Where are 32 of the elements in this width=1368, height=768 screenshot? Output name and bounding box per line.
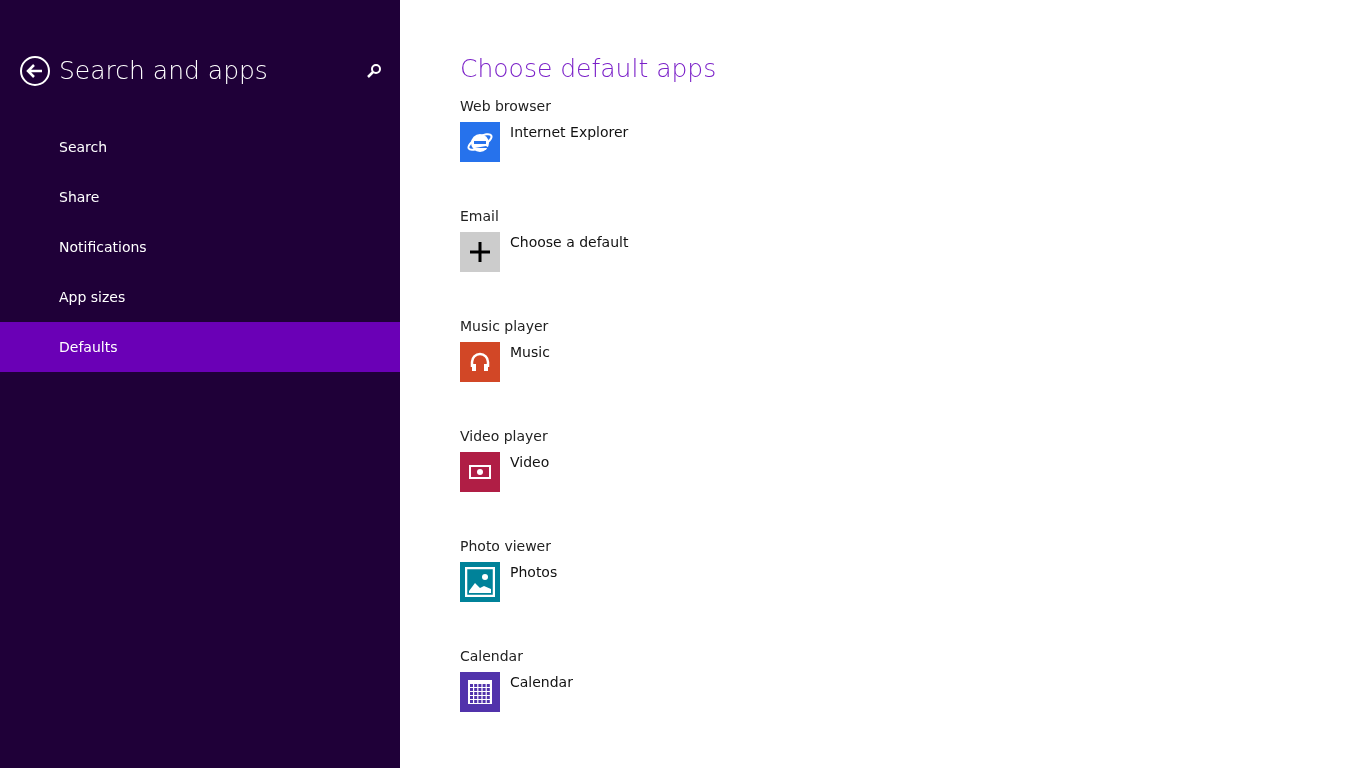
nav-item[interactable]: Search	[0, 122, 400, 172]
app-name[interactable]: Video	[510, 452, 550, 472]
plus-icon	[470, 242, 490, 262]
app-name[interactable]: Music	[510, 342, 550, 362]
pane-title: Search and apps	[59, 56, 269, 85]
page-heading: Choose default apps	[460, 54, 717, 83]
app-name[interactable]: Choose a default	[510, 232, 629, 252]
nav-item[interactable]: Defaults	[0, 322, 400, 372]
app-name[interactable]: Calendar	[510, 672, 573, 692]
category-label: Music player	[460, 317, 550, 336]
app-tile[interactable]	[460, 562, 500, 602]
app-tile[interactable]	[460, 672, 500, 712]
app-name[interactable]: Photos	[510, 562, 558, 582]
calendar-grid-icon	[468, 680, 492, 704]
category-label: Email	[460, 207, 500, 226]
search-icon[interactable]	[366, 62, 382, 79]
category-label: Calendar	[460, 647, 524, 666]
app-tile[interactable]	[460, 342, 500, 382]
category-label: Video player	[460, 427, 549, 446]
app-tile[interactable]	[460, 232, 500, 272]
nav-item[interactable]: App sizes	[0, 272, 400, 322]
headphones-icon	[469, 351, 491, 373]
nav-item[interactable]: Share	[0, 172, 400, 222]
app-name[interactable]: Internet Explorer	[510, 122, 629, 142]
nav-item[interactable]: Notifications	[0, 222, 400, 272]
landscape-photo-icon	[465, 567, 495, 597]
video-screen-icon	[469, 465, 491, 479]
back-icon[interactable]	[19, 54, 51, 87]
app-tile[interactable]	[460, 122, 500, 162]
app-tile[interactable]	[460, 452, 500, 492]
category-label: Web browser	[460, 97, 552, 116]
category-label: Photo viewer	[460, 537, 552, 556]
